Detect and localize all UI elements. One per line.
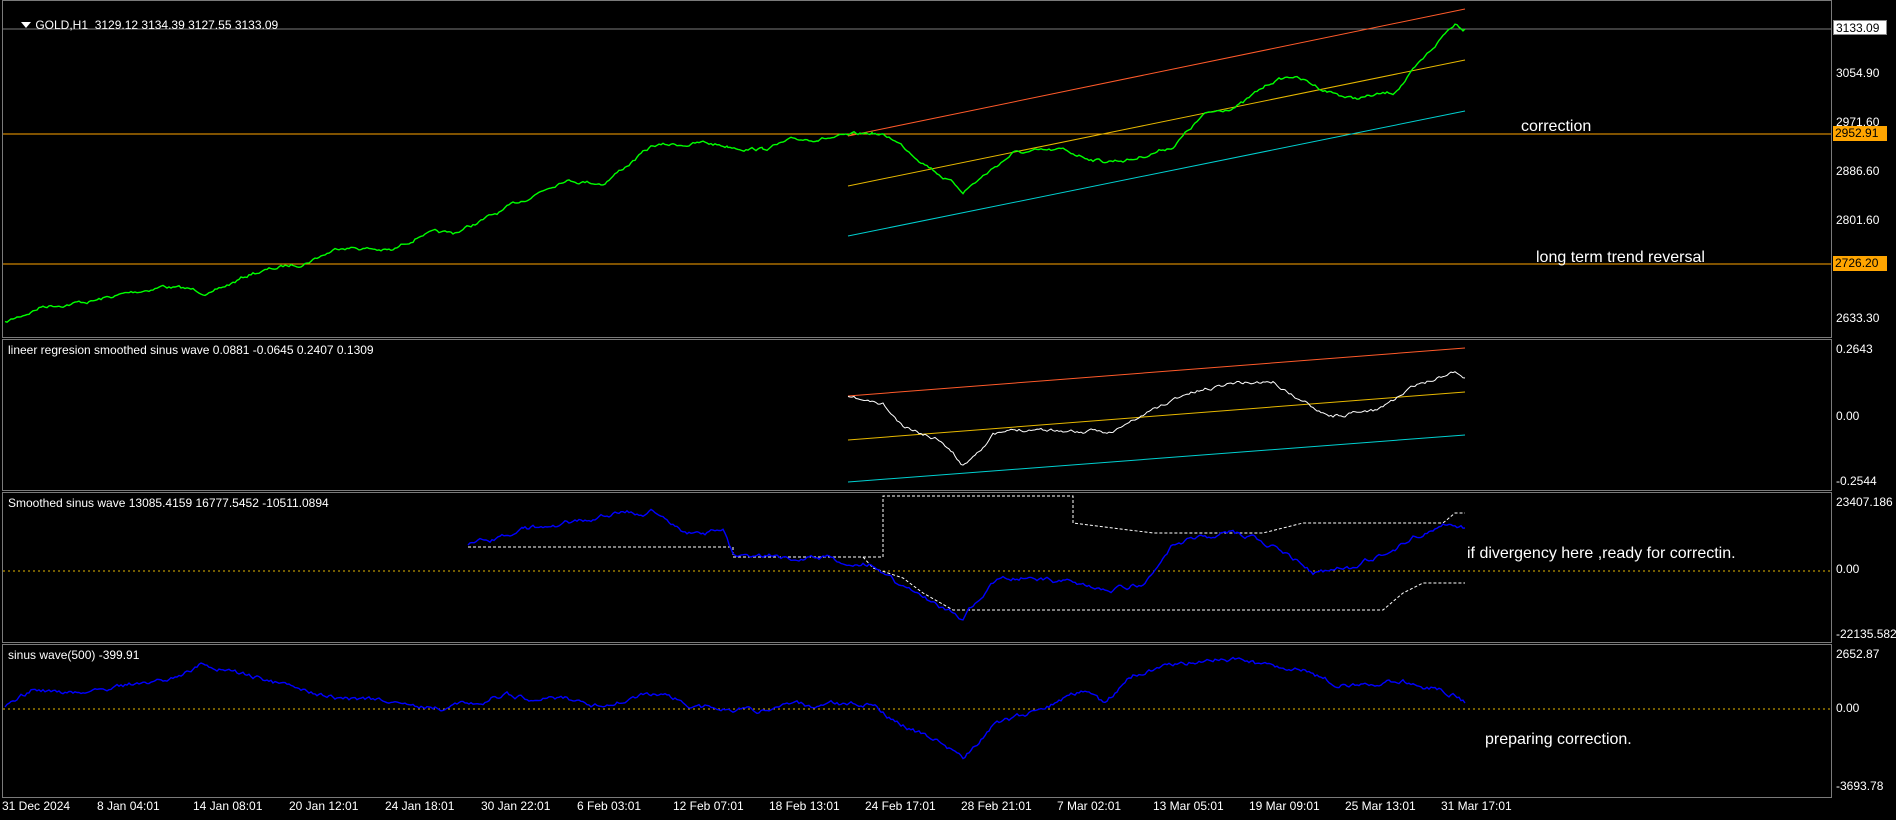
- annotation-correction: correction: [1521, 118, 1592, 135]
- sinus-wave-line: [4, 656, 1466, 760]
- time-tick: 31 Dec 2024: [2, 799, 71, 813]
- price-chart-pane[interactable]: GOLD,H1 3129.12 3134.39 3127.55 3133.09 …: [2, 0, 1832, 338]
- time-tick: 18 Feb 13:01: [769, 799, 840, 813]
- smoothed-sinus-pane[interactable]: Smoothed sinus wave 13085.4159 16777.545…: [2, 492, 1832, 643]
- price-tick: 2886.60: [1836, 164, 1880, 178]
- upper-regression-channel[interactable]: [847, 8, 1466, 137]
- lower-regression-channel[interactable]: [847, 110, 1466, 237]
- price-axis[interactable]: 3054.90 2971.60 2886.60 2801.60 2633.30: [1832, 0, 1896, 338]
- smoothed-tick: 0.00: [1836, 562, 1860, 576]
- smoothed-sinus-line: [467, 508, 1466, 621]
- regression-tick: 0.2643: [1836, 342, 1873, 356]
- time-tick: 7 Mar 02:01: [1057, 799, 1122, 813]
- sinus-tick: 0.00: [1836, 701, 1860, 715]
- sinus-tick: 2652.87: [1836, 647, 1880, 661]
- regression-pane-label: lineer regresion smoothed sinus wave 0.0…: [8, 343, 374, 357]
- sinus-axis[interactable]: 2652.87 0.00 -3693.78: [1832, 644, 1896, 798]
- time-tick: 19 Mar 09:01: [1249, 799, 1320, 813]
- sinus-pane-label: sinus wave(500) -399.91: [8, 648, 140, 662]
- regression-sinus-pane[interactable]: lineer regresion smoothed sinus wave 0.0…: [2, 339, 1832, 491]
- regression-sinus-canvas[interactable]: [3, 340, 1832, 491]
- mid-regression-line[interactable]: [847, 391, 1466, 441]
- lower-regression-channel[interactable]: [847, 434, 1466, 483]
- time-tick: 28 Feb 21:01: [961, 799, 1032, 813]
- time-tick: 13 Mar 05:01: [1153, 799, 1224, 813]
- sinus-wave-pane[interactable]: sinus wave(500) -399.91 preparing correc…: [2, 644, 1832, 798]
- smoothed-tick: 23407.186: [1836, 495, 1893, 509]
- regression-sinus-line: [847, 371, 1466, 466]
- dropdown-triangle-icon[interactable]: [21, 22, 32, 28]
- time-tick: 20 Jan 12:01: [289, 799, 359, 813]
- lower-envelope-line: [733, 556, 1465, 611]
- time-tick: 31 Mar 17:01: [1441, 799, 1512, 813]
- upper-regression-channel[interactable]: [847, 347, 1466, 397]
- annotation-long-term-trend-reversal: long term trend reversal: [1536, 249, 1705, 266]
- sinus-wave-canvas[interactable]: [3, 645, 1832, 798]
- price-tick: 3054.90: [1836, 66, 1880, 80]
- symbol-ohlc-text: GOLD,H1 3129.12 3134.39 3127.55 3133.09: [35, 18, 279, 32]
- annotation-preparing-correction: preparing correction.: [1485, 731, 1632, 748]
- time-tick: 8 Jan 04:01: [97, 799, 160, 813]
- price-chart-canvas[interactable]: [3, 1, 1832, 338]
- time-tick: 14 Jan 08:01: [193, 799, 263, 813]
- price-tick: 2801.60: [1836, 213, 1880, 227]
- price-tick: 2633.30: [1836, 311, 1880, 325]
- smoothed-axis[interactable]: 23407.186 0.00 -22135.582: [1832, 492, 1896, 643]
- regression-axis[interactable]: 0.2643 0.00 -0.2544: [1832, 339, 1896, 491]
- price-pane-label: GOLD,H1 3129.12 3134.39 3127.55 3133.09: [8, 4, 278, 46]
- current-price-tag: 3133.09: [1833, 20, 1887, 35]
- smoothed-pane-label: Smoothed sinus wave 13085.4159 16777.545…: [8, 496, 329, 510]
- upper-envelope-line: [468, 495, 1465, 558]
- trend-reversal-level-tag: 2726.20: [1833, 256, 1887, 271]
- smoothed-sinus-canvas[interactable]: [3, 493, 1832, 643]
- mid-regression-line[interactable]: [847, 59, 1466, 187]
- correction-level-tag: 2952.91: [1833, 126, 1887, 141]
- sinus-tick: -3693.78: [1836, 779, 1884, 793]
- smoothed-tick: -22135.582: [1836, 627, 1896, 641]
- time-tick: 30 Jan 22:01: [481, 799, 551, 813]
- annotation-divergency: if divergency here ,ready for correctin.: [1467, 545, 1736, 562]
- time-tick: 24 Feb 17:01: [865, 799, 936, 813]
- price-series-line: [4, 23, 1466, 323]
- time-tick: 25 Mar 13:01: [1345, 799, 1416, 813]
- time-tick: 6 Feb 03:01: [577, 799, 642, 813]
- time-tick: 12 Feb 07:01: [673, 799, 744, 813]
- regression-tick: 0.00: [1836, 409, 1860, 423]
- time-tick: 24 Jan 18:01: [385, 799, 455, 813]
- regression-tick: -0.2544: [1836, 474, 1877, 488]
